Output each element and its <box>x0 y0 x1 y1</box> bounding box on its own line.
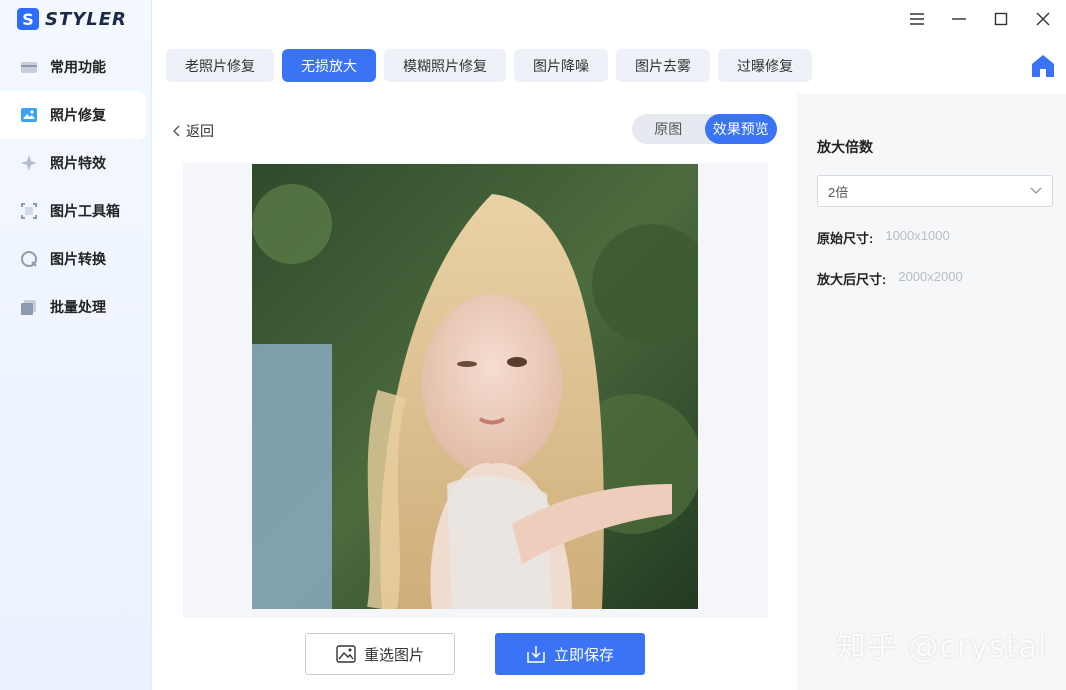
toggle-original[interactable]: 原图 <box>632 114 705 144</box>
original-size-row: 原始尺寸: 1000x1000 <box>817 228 950 247</box>
chevron-down-icon <box>1030 187 1042 194</box>
original-size-value: 1000x1000 <box>885 228 950 243</box>
logo-badge: S <box>17 8 39 30</box>
download-icon <box>527 646 545 663</box>
sidebar-item-photo-repair[interactable]: 照片修复 <box>0 91 146 139</box>
image-canvas <box>183 163 768 618</box>
reselect-label: 重选图片 <box>363 646 424 664</box>
close-icon[interactable] <box>1032 8 1054 30</box>
toggle-preview[interactable]: 效果预览 <box>704 114 777 144</box>
sidebar-item-label: 照片修复 <box>50 107 106 123</box>
app-logo: S STYLER <box>17 8 127 30</box>
function-tabs: 老照片修复 无损放大 模糊照片修复 图片降噪 图片去雾 过曝修复 <box>166 49 812 82</box>
enlarged-size-value: 2000x2000 <box>898 269 963 284</box>
settings-panel: 放大倍数 2倍 原始尺寸: 1000x1000 放大后尺寸: 2000x2000 <box>797 94 1066 690</box>
sidebar: S STYLER 常用功能 照片修复 照片特效 图片工具箱 图片转换 批量处理 <box>0 0 152 690</box>
batch-icon <box>20 298 38 316</box>
tab-lossless-upscale[interactable]: 无损放大 <box>282 49 376 82</box>
tab-old-photo[interactable]: 老照片修复 <box>166 49 274 82</box>
convert-icon <box>20 250 38 268</box>
menu-icon[interactable] <box>906 8 928 30</box>
minimize-icon[interactable] <box>948 8 970 30</box>
scale-select[interactable]: 2倍 <box>817 175 1053 207</box>
logo-text: STYLER <box>45 8 127 30</box>
sidebar-item-effects[interactable]: 照片特效 <box>0 139 152 187</box>
save-label: 立即保存 <box>553 646 614 664</box>
sidebar-item-label: 图片转换 <box>50 251 106 267</box>
photo-icon <box>20 106 38 124</box>
scale-select-value: 2倍 <box>828 184 849 200</box>
sidebar-item-batch[interactable]: 批量处理 <box>0 283 152 331</box>
maximize-icon[interactable] <box>990 8 1012 30</box>
chevron-left-icon <box>173 125 180 137</box>
save-now-button[interactable]: 立即保存 <box>495 633 645 675</box>
reselect-image-button[interactable]: 重选图片 <box>305 633 455 675</box>
home-icon[interactable] <box>1030 53 1056 79</box>
window-controls <box>906 8 1054 30</box>
tab-dehaze[interactable]: 图片去雾 <box>616 49 710 82</box>
tab-overexposure[interactable]: 过曝修复 <box>718 49 812 82</box>
crop-icon <box>20 202 38 220</box>
tab-blur-repair[interactable]: 模糊照片修复 <box>384 49 506 82</box>
sidebar-item-label: 常用功能 <box>50 59 106 75</box>
tab-denoise[interactable]: 图片降噪 <box>514 49 608 82</box>
sidebar-item-label: 照片特效 <box>50 155 106 171</box>
view-toggle: 原图 效果预览 <box>632 114 777 144</box>
original-size-label: 原始尺寸: <box>817 231 874 246</box>
sidebar-item-label: 图片工具箱 <box>50 203 120 219</box>
preview-photo <box>252 164 698 609</box>
sidebar-item-common[interactable]: 常用功能 <box>0 43 152 91</box>
enlarged-size-row: 放大后尺寸: 2000x2000 <box>817 269 963 288</box>
enlarged-size-label: 放大后尺寸: <box>817 272 887 287</box>
panel-title: 放大倍数 <box>817 139 873 155</box>
sidebar-item-toolbox[interactable]: 图片工具箱 <box>0 187 152 235</box>
back-label: 返回 <box>186 123 214 139</box>
watermark: 知乎 @crystal <box>836 630 1048 665</box>
sparkle-icon <box>20 154 38 172</box>
sidebar-item-convert[interactable]: 图片转换 <box>0 235 152 283</box>
image-icon <box>336 645 356 663</box>
sidebar-item-label: 批量处理 <box>50 299 106 315</box>
sidebar-nav: 常用功能 照片修复 照片特效 图片工具箱 图片转换 批量处理 <box>0 43 152 331</box>
back-button[interactable]: 返回 <box>172 121 214 141</box>
toolbox-icon <box>20 58 38 76</box>
